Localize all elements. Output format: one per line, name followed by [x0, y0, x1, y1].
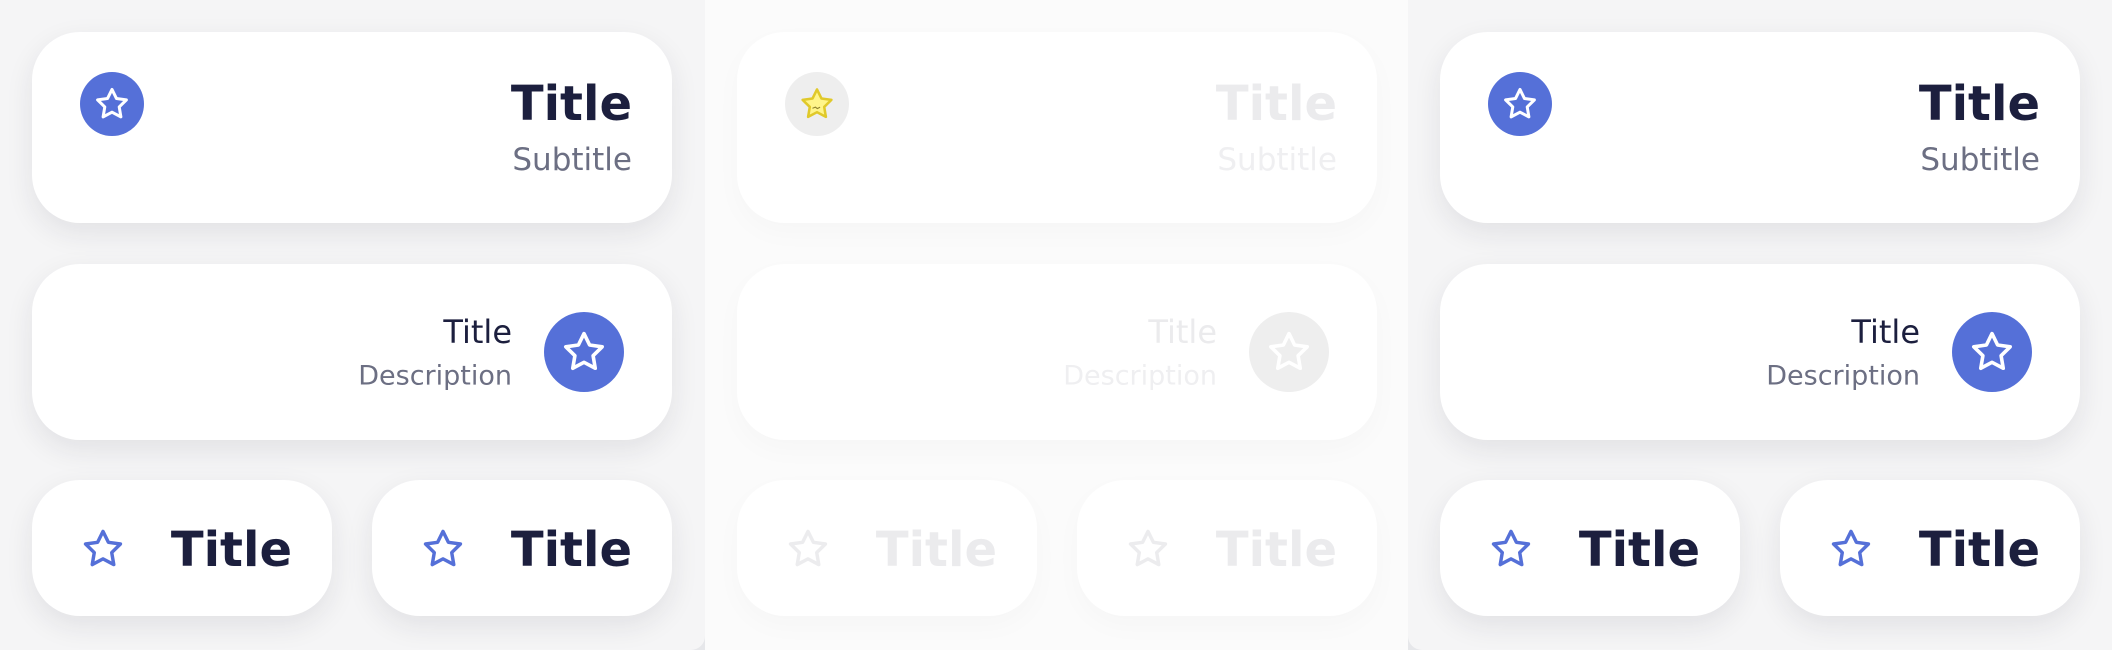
- card-title: Title: [1215, 522, 1337, 578]
- star-icon: [788, 529, 828, 567]
- star-icon: [423, 529, 463, 567]
- card-title: Title: [443, 313, 512, 351]
- star-icon: [83, 529, 123, 567]
- star-icon-badge: [1249, 312, 1329, 392]
- card-subtitle: Subtitle: [1920, 142, 2040, 178]
- card-title: Title: [875, 522, 997, 578]
- card-compact-disabled: Title: [1077, 480, 1377, 616]
- card-title-description[interactable]: Title Description: [32, 264, 672, 440]
- card-title: Title: [1918, 76, 2040, 132]
- card-description: Description: [1766, 360, 1920, 392]
- card-compact[interactable]: Title: [32, 480, 332, 616]
- card-title: Title: [1148, 313, 1217, 351]
- card-title-subtitle[interactable]: Title Subtitle: [32, 32, 672, 223]
- card-title-description-disabled: Title Description: [737, 264, 1377, 440]
- star-icon: [1972, 331, 2012, 371]
- card-title: Title: [1215, 76, 1337, 132]
- panel-disabled-middle: Title Subtitle Title Description Title T…: [705, 0, 1408, 650]
- card-description: Description: [358, 360, 512, 392]
- card-title-subtitle-disabled: Title Subtitle: [737, 32, 1377, 223]
- card-title: Title: [1851, 313, 1920, 351]
- card-title: Title: [510, 76, 632, 132]
- card-title-subtitle[interactable]: Title Subtitle: [1440, 32, 2080, 223]
- star-icon: [1491, 529, 1531, 567]
- star-icon-badge: [544, 312, 624, 392]
- star-icon: [801, 88, 833, 119]
- card-compact[interactable]: Title: [372, 480, 672, 616]
- card-title: Title: [170, 522, 292, 578]
- panel-default-left: Title Subtitle Title Description Title T…: [0, 0, 705, 650]
- star-icon-badge: [80, 72, 144, 136]
- card-compact[interactable]: Title: [1440, 480, 1740, 616]
- star-icon: [1269, 331, 1309, 371]
- star-icon: [564, 331, 604, 371]
- card-title: Title: [510, 522, 632, 578]
- star-icon: [1831, 529, 1871, 567]
- card-title-description[interactable]: Title Description: [1440, 264, 2080, 440]
- card-compact[interactable]: Title: [1780, 480, 2080, 616]
- card-subtitle: Subtitle: [1217, 142, 1337, 178]
- card-compact-disabled: Title: [737, 480, 1037, 616]
- star-icon: [1504, 87, 1536, 119]
- star-icon-badge: [1952, 312, 2032, 392]
- card-title: Title: [1918, 522, 2040, 578]
- card-title: Title: [1578, 522, 1700, 578]
- panel-default-right: Title Subtitle Title Description Title T…: [1408, 0, 2112, 650]
- card-subtitle: Subtitle: [512, 142, 632, 178]
- card-description: Description: [1063, 360, 1217, 392]
- star-icon: [1128, 529, 1168, 567]
- star-icon: [96, 87, 128, 119]
- star-icon-badge: [1488, 72, 1552, 136]
- star-icon-badge: [785, 72, 849, 136]
